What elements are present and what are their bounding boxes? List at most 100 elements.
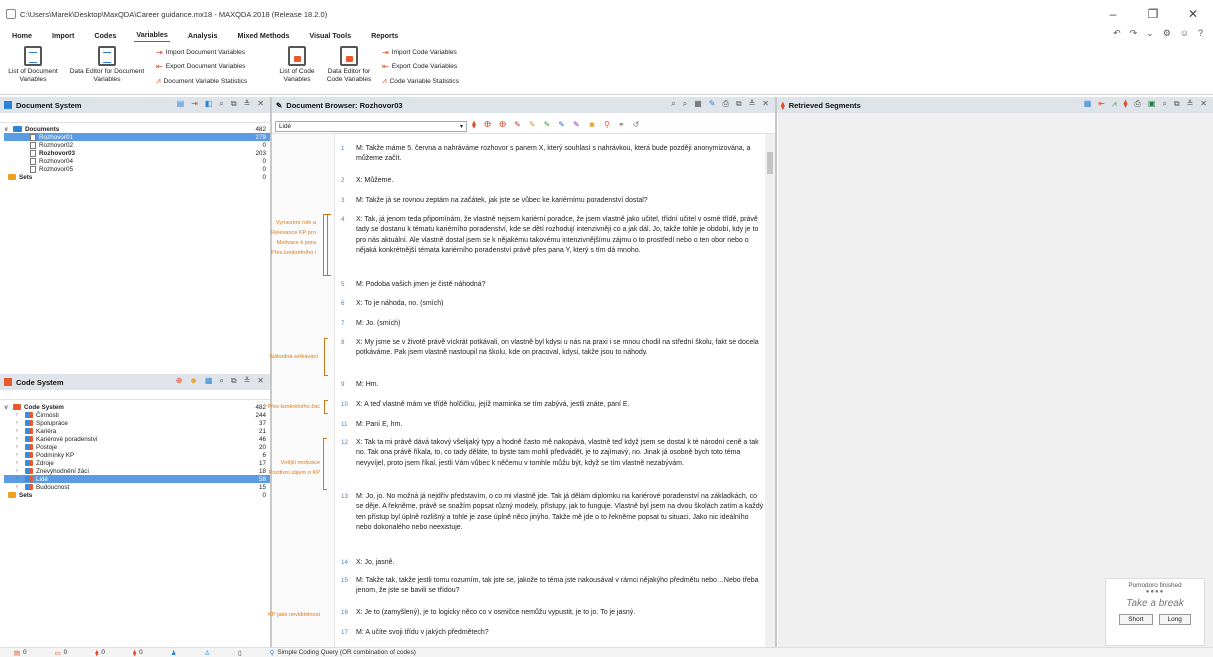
search-icon[interactable]: ⌕ xyxy=(219,376,223,386)
short-break-button[interactable]: Short xyxy=(1119,614,1153,625)
close-icon[interactable]: ✕ xyxy=(257,99,264,109)
undock-icon[interactable]: ⧉ xyxy=(736,99,742,109)
chevron-right-icon[interactable]: › xyxy=(16,444,25,450)
undock-icon[interactable]: ⧉ xyxy=(231,99,237,109)
export-document-variables-button[interactable]: ⇤ Export Document Variables xyxy=(156,62,245,71)
code-with-new-code-icon[interactable]: ⴲ xyxy=(499,120,506,129)
tree-item-postoje[interactable]: › Postoje 20 xyxy=(4,443,270,451)
redo-icon[interactable]: ↷ xyxy=(1130,28,1138,39)
gear-icon[interactable]: ⚙ xyxy=(1163,28,1171,39)
menu-visual-tools[interactable]: Visual Tools xyxy=(307,29,353,42)
margin-code-label[interactable]: Přes konkrétního žác xyxy=(267,404,320,410)
chevron-right-icon[interactable]: › xyxy=(16,460,25,466)
import-code-variables-button[interactable]: ⇥ Import Code Variables xyxy=(382,48,457,57)
margin-code-label[interactable]: Vymezení role a xyxy=(276,220,316,226)
splitter-right[interactable] xyxy=(775,97,777,647)
paragraph[interactable]: 7 M: Jo. (smích) xyxy=(337,319,765,329)
highlight-red-icon[interactable]: ✎ xyxy=(514,120,521,129)
table-icon[interactable]: ▦ xyxy=(205,376,213,386)
paragraph[interactable]: 17 M: A učíte svoji třídu v jakých předmě… xyxy=(337,628,765,638)
activate-icon[interactable]: ◧ xyxy=(205,99,213,109)
search-icon[interactable]: ⌕ xyxy=(219,99,223,109)
tree-item-zdroje[interactable]: › Zdroje 17 xyxy=(4,459,270,467)
help-icon[interactable]: ? xyxy=(1198,28,1203,39)
tree-item-rozhovor03[interactable]: Rozhovor03 203 xyxy=(4,149,270,157)
code-icon[interactable]: ⧫ xyxy=(472,120,476,129)
undo-coding-icon[interactable]: ↺ xyxy=(633,120,640,129)
undo-icon[interactable]: ↶ xyxy=(1113,28,1121,39)
excel-icon[interactable]: ▣ xyxy=(1148,99,1156,109)
coding-stripe[interactable] xyxy=(324,338,328,376)
code-variable-statistics-button[interactable]: ⩘ Code Variable Statistics xyxy=(382,76,459,86)
table-icon[interactable]: ▦ xyxy=(1084,99,1092,109)
long-break-button[interactable]: Long xyxy=(1158,614,1191,625)
pin-icon[interactable]: ≚ xyxy=(244,376,251,386)
tree-item-podminky-kp[interactable]: › Podmínky KP 6 xyxy=(4,451,270,459)
code-icon[interactable]: ⧫ xyxy=(1123,99,1127,109)
table-icon[interactable]: ▦ xyxy=(694,99,702,109)
paragraph[interactable]: 14 X: Jo, jasně. xyxy=(337,558,765,568)
paragraph[interactable]: 9 M: Hm. xyxy=(337,380,765,390)
tree-item-cinnosti[interactable]: › Činnosti 244 xyxy=(4,411,270,419)
list-code-variables-button[interactable]: List of Code Variables xyxy=(272,46,322,84)
chevron-down-icon[interactable]: ⌄ xyxy=(1146,28,1154,39)
export-code-variables-button[interactable]: ⇤ Export Code Variables xyxy=(382,62,457,71)
data-editor-document-button[interactable]: Data Editor for Document Variables xyxy=(66,46,148,84)
paragraph[interactable]: 13 M: Jo, jo. No možná já nejdřív předsta… xyxy=(337,492,765,534)
paragraph[interactable]: 16 X: Je to (zamyšlený), je to logicky ně… xyxy=(337,608,765,618)
status-page[interactable]: ▯ xyxy=(238,649,242,657)
smiley-icon[interactable]: ☺ xyxy=(1180,28,1189,39)
tree-item-karierove-poradenstvi[interactable]: › Kariérové poradenství 46 xyxy=(4,435,270,443)
tree-item-znevyhodneni-zaci[interactable]: › Znevýhodnění žáci 18 xyxy=(4,467,270,475)
paragraph[interactable]: 3 M: Takže já se rovnou zeptám na začátek… xyxy=(337,196,765,206)
pin-icon[interactable]: ≚ xyxy=(749,99,756,109)
tree-item-documents[interactable]: ∨ Documents 482 xyxy=(4,125,270,133)
menu-mixed-methods[interactable]: Mixed Methods xyxy=(235,29,291,42)
code-in-vivo-icon[interactable]: ⴲ xyxy=(484,120,491,129)
menu-reports[interactable]: Reports xyxy=(369,29,400,42)
paragraph[interactable]: 10 X: A teď vlastně mám ve třídě holčičku… xyxy=(337,400,765,410)
status-documents[interactable]: ▤ 0 xyxy=(14,649,27,657)
highlight-orange-icon[interactable]: ✎ xyxy=(529,120,536,129)
paragraph[interactable]: 2 X: Můžeme. xyxy=(337,176,765,186)
menu-codes[interactable]: Codes xyxy=(92,29,118,42)
document-scrollbar[interactable] xyxy=(765,134,775,647)
print-icon[interactable]: ⎙ xyxy=(722,99,728,109)
code-filter-dropdown[interactable]: Lidé ▾ xyxy=(275,121,467,132)
chevron-right-icon[interactable]: › xyxy=(16,468,25,474)
paragraph[interactable]: 5 M: Podoba vašich jmen je čistě náhodná? xyxy=(337,280,765,290)
print-icon[interactable]: ⎙ xyxy=(1134,99,1140,109)
chevron-right-icon[interactable]: › xyxy=(16,412,25,418)
status-weight[interactable]: ⧫ 0 xyxy=(133,649,143,657)
document-text[interactable]: 1 M: Takže máme 5. června a nahráváme roz… xyxy=(337,134,765,647)
tree-item-rozhovor05[interactable]: Rozhovor05 0 xyxy=(4,165,270,173)
paragraph[interactable]: 1 M: Takže máme 5. června a nahráváme roz… xyxy=(337,144,765,165)
list-document-variables-button[interactable]: List of Document Variables xyxy=(2,46,64,84)
search-icon[interactable]: ⌕ xyxy=(671,99,675,109)
edit-mode-icon[interactable]: ✎ xyxy=(709,99,716,109)
tree-item-code-sets[interactable]: Sets 0 xyxy=(4,491,270,499)
chevron-down-icon[interactable]: ∨ xyxy=(4,126,13,133)
pin-icon[interactable]: ≚ xyxy=(244,99,251,109)
coding-stripe[interactable] xyxy=(324,400,328,414)
paragraph[interactable]: 4 X: Tak, já jenom teda připomínám, že vl… xyxy=(337,215,765,257)
chevron-right-icon[interactable]: › xyxy=(16,476,25,482)
margin-code-label[interactable]: Pozitivní zájem o KP xyxy=(269,470,320,476)
close-icon[interactable]: ✕ xyxy=(257,376,264,386)
tree-item-code-system[interactable]: ∨ Code System 482 xyxy=(4,403,270,411)
status-codes[interactable]: ▭ 0 xyxy=(55,649,68,657)
maximize-button[interactable]: ❐ xyxy=(1133,0,1173,28)
menu-variables[interactable]: Variables xyxy=(134,28,170,43)
close-button[interactable]: ✕ xyxy=(1173,0,1213,28)
data-editor-code-button[interactable]: Data Editor for Code Variables xyxy=(322,46,376,84)
paragraph[interactable]: 11 M: Paní E, hm. xyxy=(337,420,765,430)
emoticode-icon[interactable]: ☻ xyxy=(588,120,596,129)
status-segments[interactable]: ⧫ 0 xyxy=(95,649,105,657)
tree-item-spoluprace[interactable]: › Spolupráce 37 xyxy=(4,419,270,427)
menu-import[interactable]: Import xyxy=(50,29,76,42)
margin-code-label[interactable]: Náhodná setkávání xyxy=(270,354,318,360)
chevron-right-icon[interactable]: › xyxy=(16,420,25,426)
search-next-icon[interactable]: ⌕ xyxy=(683,99,687,109)
chevron-right-icon[interactable]: › xyxy=(16,436,25,442)
close-icon[interactable]: ✕ xyxy=(1200,99,1207,109)
